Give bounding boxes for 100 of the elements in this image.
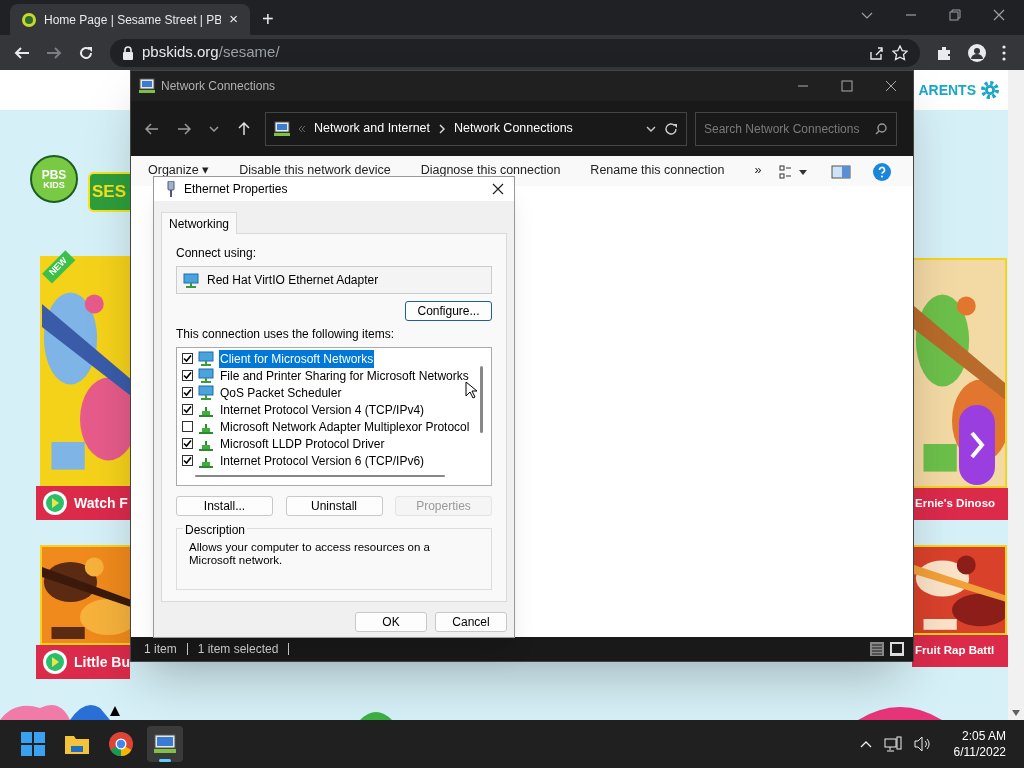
- vertical-scrollbar[interactable]: [480, 366, 483, 433]
- breadcrumb-item[interactable]: Network and Internet: [314, 119, 431, 138]
- list-action-button[interactable]: Install...: [176, 496, 273, 516]
- toolbar-command[interactable]: Diagnose this connection: [420, 161, 561, 180]
- checkbox[interactable]: [182, 455, 193, 466]
- list-item[interactable]: Microsoft LLDP Protocol Driver: [219, 434, 386, 453]
- monitor-icon: [198, 384, 214, 401]
- checkbox[interactable]: [182, 421, 193, 432]
- back-icon[interactable]: [145, 121, 159, 136]
- checkbox[interactable]: [182, 438, 193, 449]
- preview-pane-icon[interactable]: [831, 165, 851, 179]
- list-item[interactable]: Client for Microsoft Networks: [219, 349, 375, 368]
- card-label-bar[interactable]: Fruit Rap Battl: [912, 635, 1008, 667]
- reload-icon[interactable]: [78, 44, 94, 61]
- close-icon[interactable]: [992, 8, 1006, 22]
- network-icon: [198, 423, 214, 434]
- card-label-bar[interactable]: Little Bu: [36, 645, 130, 679]
- checkbox[interactable]: [182, 353, 193, 364]
- dialog-tab[interactable]: Networking: [161, 212, 238, 234]
- restore-icon[interactable]: [948, 8, 962, 22]
- volume-icon[interactable]: [913, 736, 932, 752]
- checkbox[interactable]: [182, 404, 193, 415]
- adapter-field: Red Hat VirtIO Ethernet Adapter: [176, 266, 492, 294]
- chevron-right-icon: [969, 430, 985, 460]
- large-icons-view-icon[interactable]: [889, 641, 905, 657]
- start-icon[interactable]: [21, 732, 45, 756]
- maximize-icon[interactable]: [841, 80, 853, 92]
- view-options-icon[interactable]: [779, 165, 809, 179]
- list-item[interactable]: Microsoft Network Adapter Multiplexor Protocol: [219, 417, 471, 436]
- close-icon[interactable]: [492, 183, 504, 195]
- description-text: Allows your computer to access resources on a Microsoft network.: [189, 541, 431, 567]
- url-text: pbskids.org/sesame/: [142, 42, 281, 63]
- next-button[interactable]: [959, 405, 995, 485]
- network-connections-taskbar-button[interactable]: [147, 726, 183, 762]
- scroll-down-icon[interactable]: [1012, 710, 1020, 716]
- ethernet-cable-icon: [166, 181, 176, 197]
- help-icon[interactable]: [873, 163, 891, 181]
- close-icon[interactable]: [885, 80, 897, 92]
- window-title: Network Connections: [161, 78, 277, 95]
- play-icon: [42, 649, 68, 675]
- list-item[interactable]: Internet Protocol Version 6 (TCP/IPv6): [219, 451, 426, 470]
- star-icon[interactable]: [892, 44, 908, 61]
- monitor-icon: [198, 367, 214, 384]
- network-icon: [198, 440, 214, 451]
- decoration-drawing: [360, 710, 392, 720]
- back-icon[interactable]: [14, 44, 30, 61]
- dialog-title: Ethernet Properties: [184, 181, 289, 198]
- network-icon[interactable]: [883, 736, 902, 752]
- menu-icon[interactable]: [1002, 44, 1006, 61]
- card-label-bar[interactable]: Ernie's Dinoso: [912, 488, 1008, 520]
- chrome-icon[interactable]: [109, 732, 133, 756]
- lock-icon: [122, 45, 134, 60]
- list-item[interactable]: Internet Protocol Version 4 (TCP/IPv4): [219, 400, 426, 419]
- toolbar-command[interactable]: Rename this connection: [590, 161, 725, 180]
- network-folder-icon: [274, 120, 290, 137]
- card-label-bar[interactable]: Watch F: [36, 486, 130, 520]
- breadcrumb-separator-icon: [438, 123, 447, 134]
- list-item[interactable]: File and Printer Sharing for Microsoft Networks: [219, 366, 470, 385]
- toolbar-command[interactable]: Disable this network device: [239, 161, 391, 180]
- search-field[interactable]: Search Network Connections: [695, 111, 897, 146]
- list-item[interactable]: QoS Packet Scheduler: [219, 383, 343, 402]
- network-icon: [198, 457, 214, 468]
- status-text: 1 item selected: [197, 641, 279, 658]
- list-action-button[interactable]: Uninstall: [285, 496, 383, 516]
- checkbox[interactable]: [182, 387, 193, 398]
- play-icon: [42, 490, 68, 516]
- folder-icon[interactable]: [65, 734, 89, 754]
- gear-icon[interactable]: [980, 80, 1000, 100]
- dialog-button[interactable]: OK: [355, 612, 427, 632]
- new-tab-button[interactable]: +: [262, 9, 274, 29]
- toolbar-command[interactable]: »: [754, 161, 762, 180]
- forward-icon[interactable]: [177, 121, 191, 136]
- dialog-button[interactable]: Cancel: [435, 612, 507, 632]
- status-text: 1 item: [144, 641, 177, 658]
- field-label: Connect using:: [176, 245, 258, 262]
- toolbar-command[interactable]: Organize ▾: [148, 161, 210, 180]
- puzzle-icon[interactable]: [936, 44, 952, 61]
- checkbox[interactable]: [182, 370, 193, 381]
- refresh-icon[interactable]: [664, 121, 678, 136]
- network-folder-icon: [139, 78, 155, 94]
- share-icon[interactable]: [868, 44, 884, 61]
- network-window-icon: [154, 734, 176, 754]
- horizontal-scrollbar[interactable]: [195, 475, 445, 477]
- address-bar[interactable]: pbskids.org/sesame/: [110, 38, 920, 67]
- breadcrumb-item[interactable]: Network Connections: [454, 119, 573, 138]
- address-bar[interactable]: Network and Internet Network Connections: [265, 111, 687, 146]
- recent-locations-icon[interactable]: [209, 123, 219, 134]
- configure-button[interactable]: Configure...: [405, 301, 492, 321]
- profile-icon[interactable]: [968, 43, 986, 62]
- forward-icon[interactable]: [46, 44, 62, 61]
- clock[interactable]: 2:05 AM 6/11/2022: [953, 728, 1006, 760]
- network-icon: [198, 406, 214, 417]
- network-adapter-icon: [183, 272, 199, 288]
- cursor-icon: [465, 381, 477, 399]
- details-view-icon[interactable]: [869, 641, 885, 657]
- close-tab-button[interactable]: ×: [229, 8, 238, 31]
- monitor-icon: [198, 350, 214, 367]
- up-icon[interactable]: [237, 121, 251, 136]
- show-hidden-icons-icon[interactable]: [859, 740, 872, 748]
- browser-tab[interactable]: Home Page | Sesame Street | PB ×: [10, 4, 250, 35]
